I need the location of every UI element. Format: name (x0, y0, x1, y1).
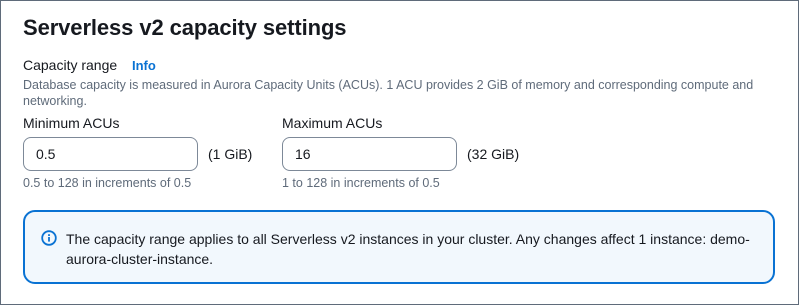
minimum-acus-input[interactable] (23, 137, 198, 171)
capacity-range-label: Capacity range (23, 57, 118, 73)
minimum-acus-label: Minimum ACUs (23, 115, 120, 131)
maximum-acus-hint: 1 to 128 in increments of 0.5 (282, 176, 440, 190)
info-icon (41, 230, 57, 246)
maximum-acus-unit: (32 GiB) (467, 146, 520, 162)
capacity-settings-panel: Serverless v2 capacity settings Capacity… (0, 0, 799, 305)
panel-title: Serverless v2 capacity settings (23, 15, 347, 40)
maximum-acus-label: Maximum ACUs (282, 115, 383, 131)
capacity-range-description: Database capacity is measured in Aurora … (23, 78, 754, 108)
info-link[interactable]: Info (132, 58, 156, 73)
minimum-acus-unit: (1 GiB) (208, 146, 253, 162)
info-alert: The capacity range applies to all Server… (23, 210, 775, 284)
maximum-acus-input[interactable] (282, 137, 457, 171)
minimum-acus-hint: 0.5 to 128 in increments of 0.5 (23, 176, 192, 190)
alert-message: The capacity range applies to all Server… (66, 231, 750, 267)
